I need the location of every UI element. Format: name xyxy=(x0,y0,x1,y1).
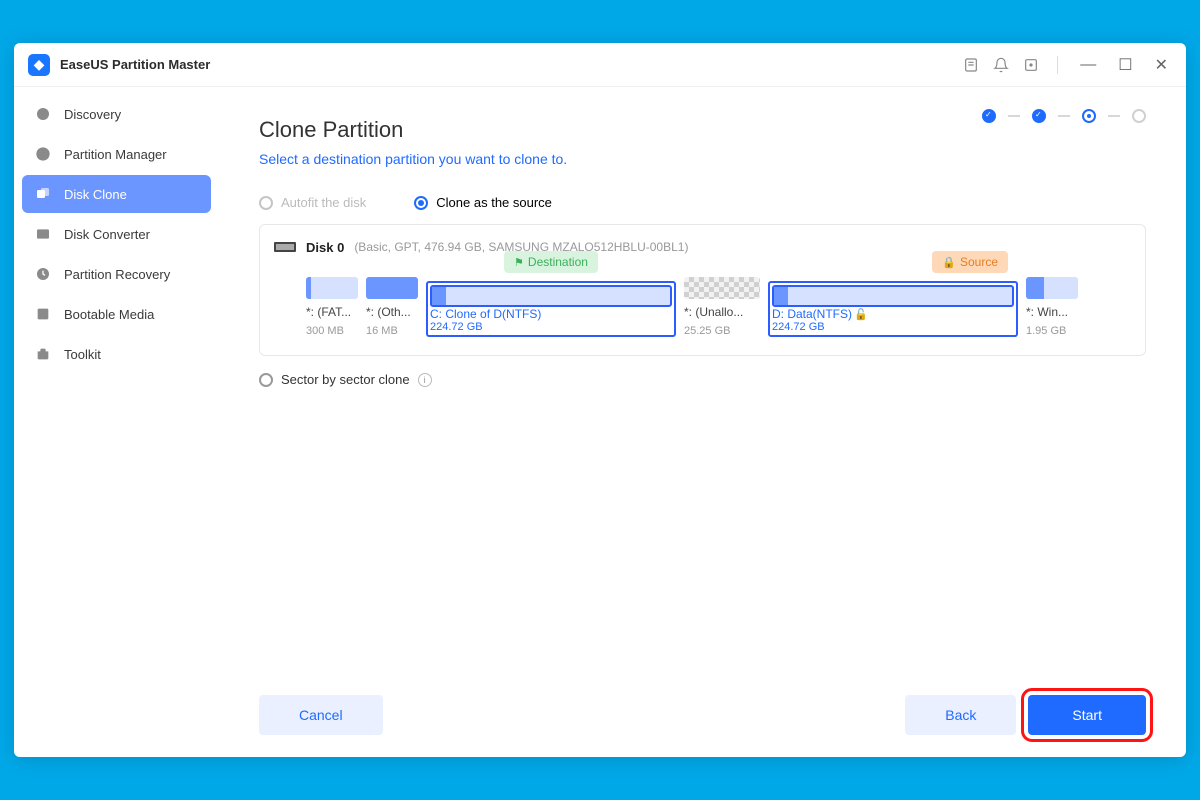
partition-destination[interactable]: ⚑Destination C: Clone of D(NTFS) 224.72 … xyxy=(426,281,676,337)
partition-size: 16 MB xyxy=(366,325,418,337)
sidebar-item-partition-manager[interactable]: Partition Manager xyxy=(22,135,211,173)
pie-icon xyxy=(34,145,52,163)
wizard-stepper xyxy=(982,109,1146,123)
titlebar: ◆ EaseUS Partition Master — ☐ ✕ xyxy=(14,43,1186,87)
sidebar-item-bootable-media[interactable]: Bootable Media xyxy=(22,295,211,333)
partition-other[interactable]: *: (Oth... 16 MB xyxy=(366,277,418,337)
minimize-button[interactable]: — xyxy=(1076,54,1100,76)
lock-icon: 🔒 xyxy=(942,256,956,269)
harddrive-icon xyxy=(274,239,296,255)
compass-icon xyxy=(34,105,52,123)
partition-label: *: (FAT... xyxy=(306,305,358,319)
step-2 xyxy=(1032,109,1046,123)
disk-icon xyxy=(34,225,52,243)
radio-autofit[interactable]: Autofit the disk xyxy=(259,195,366,210)
radio-label: Clone as the source xyxy=(436,195,552,210)
start-button[interactable]: Start xyxy=(1028,695,1146,735)
partition-label: *: (Oth... xyxy=(366,305,418,319)
partition-row: *: (FAT... 300 MB *: (Oth... 16 MB ⚑Dest… xyxy=(274,277,1131,337)
titlebar-controls: — ☐ ✕ xyxy=(963,53,1172,77)
step-line xyxy=(1108,115,1120,117)
partition-size: 224.72 GB xyxy=(430,321,672,333)
bell-icon[interactable] xyxy=(993,57,1009,73)
notes-icon[interactable] xyxy=(963,57,979,73)
partition-bar xyxy=(1026,277,1078,299)
partition-source[interactable]: 🔒Source D: Data(NTFS)🔓 224.72 GB xyxy=(768,281,1018,337)
titlebar-divider xyxy=(1057,56,1058,74)
partition-size: 1.95 GB xyxy=(1026,325,1078,337)
media-icon xyxy=(34,305,52,323)
partition-unallocated[interactable]: *: (Unallo... 25.25 GB xyxy=(684,277,760,337)
partition-size: 300 MB xyxy=(306,325,358,337)
partition-label: *: Win... xyxy=(1026,305,1078,319)
close-button[interactable]: ✕ xyxy=(1151,53,1172,77)
step-line xyxy=(1058,115,1070,117)
cancel-button[interactable]: Cancel xyxy=(259,695,383,735)
sidebar-item-toolkit[interactable]: Toolkit xyxy=(22,335,211,373)
partition-label: C: Clone of D(NTFS) xyxy=(430,307,672,321)
partition-fat[interactable]: *: (FAT... 300 MB xyxy=(306,277,358,337)
sector-clone-option[interactable]: Sector by sector clone i xyxy=(259,372,1146,387)
back-button[interactable]: Back xyxy=(905,695,1016,735)
page-subtitle: Select a destination partition you want … xyxy=(259,151,1146,167)
maximize-button[interactable]: ☐ xyxy=(1114,53,1136,77)
wizard-footer: Cancel Back Start xyxy=(259,695,1146,735)
app-title: EaseUS Partition Master xyxy=(60,57,210,72)
sidebar-item-label: Toolkit xyxy=(64,347,101,362)
main-content: Clone Partition Select a destination par… xyxy=(219,87,1186,757)
badge-label: Source xyxy=(960,255,998,269)
destination-badge: ⚑ Destination xyxy=(504,251,598,273)
sidebar-item-label: Disk Converter xyxy=(64,227,150,242)
badge-label: Destination xyxy=(528,255,588,269)
source-badge: 🔒 Source xyxy=(932,251,1008,273)
clone-mode-radios: Autofit the disk Clone as the source xyxy=(259,195,1146,210)
partition-bar xyxy=(684,277,760,299)
step-4 xyxy=(1132,109,1146,123)
sector-label: Sector by sector clone xyxy=(281,372,410,387)
partition-bar xyxy=(772,285,1014,307)
partition-label: *: (Unallo... xyxy=(684,305,760,319)
partition-size: 224.72 GB xyxy=(772,321,1014,333)
unlock-icon: 🔓 xyxy=(854,309,868,321)
radio-label: Autofit the disk xyxy=(281,195,366,210)
sidebar-item-discovery[interactable]: Discovery xyxy=(22,95,211,133)
app-body: Discovery Partition Manager Disk Clone D… xyxy=(14,87,1186,757)
app-window: ◆ EaseUS Partition Master — ☐ ✕ Discover… xyxy=(14,43,1186,757)
partition-label: D: Data(NTFS)🔓 xyxy=(772,307,1014,321)
info-icon[interactable]: i xyxy=(418,373,432,387)
partition-size: 25.25 GB xyxy=(684,325,760,337)
radio-circle-icon xyxy=(259,196,273,210)
flag-icon: ⚑ xyxy=(514,256,524,269)
checkbox-icon xyxy=(259,373,273,387)
sidebar-item-label: Bootable Media xyxy=(64,307,154,322)
toolkit-icon xyxy=(34,345,52,363)
radio-clone-as-source[interactable]: Clone as the source xyxy=(414,195,552,210)
sidebar-item-label: Partition Recovery xyxy=(64,267,170,282)
sidebar-item-label: Disk Clone xyxy=(64,187,127,202)
step-3 xyxy=(1082,109,1096,123)
sidebar-item-partition-recovery[interactable]: Partition Recovery xyxy=(22,255,211,293)
sidebar-item-disk-converter[interactable]: Disk Converter xyxy=(22,215,211,253)
sidebar-item-label: Discovery xyxy=(64,107,121,122)
partition-bar xyxy=(366,277,418,299)
disk-panel: Disk 0 (Basic, GPT, 476.94 GB, SAMSUNG M… xyxy=(259,224,1146,356)
step-line xyxy=(1008,115,1020,117)
app-logo-icon: ◆ xyxy=(28,54,50,76)
sidebar-item-label: Partition Manager xyxy=(64,147,167,162)
clone-icon xyxy=(34,185,52,203)
partition-bar xyxy=(306,277,358,299)
disk-name: Disk 0 xyxy=(306,240,344,255)
sidebar-item-disk-clone[interactable]: Disk Clone xyxy=(22,175,211,213)
partition-win[interactable]: *: Win... 1.95 GB xyxy=(1026,277,1078,337)
sidebar: Discovery Partition Manager Disk Clone D… xyxy=(14,87,219,757)
radio-circle-icon xyxy=(414,196,428,210)
step-1 xyxy=(982,109,996,123)
recovery-icon xyxy=(34,265,52,283)
partition-bar xyxy=(430,285,672,307)
menu-icon[interactable] xyxy=(1023,57,1039,73)
